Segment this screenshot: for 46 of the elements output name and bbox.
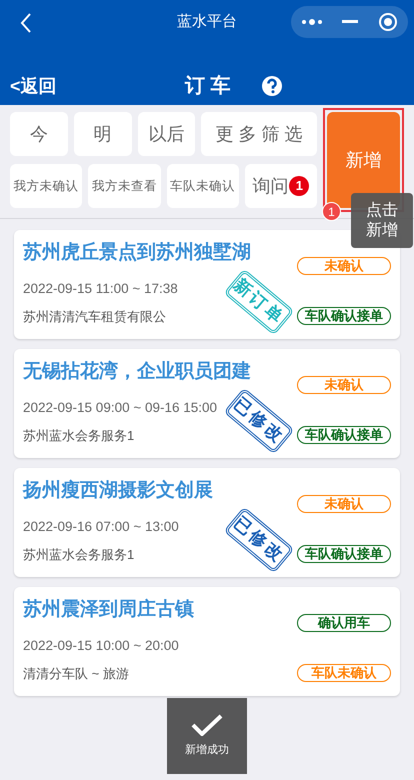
back-icon[interactable]: [20, 13, 32, 33]
more-icon[interactable]: [300, 18, 323, 26]
minimize-icon[interactable]: [342, 20, 358, 24]
status-filter-button[interactable]: 我方未查看: [88, 164, 160, 208]
page-title: 订 车: [185, 74, 231, 99]
order-card[interactable]: 已修改 无锡拈花湾，企业职员团建 2022-09-15 09:00 ~ 09-16 15:00 苏州蓝水会务服务1 未确认 车队确认接单: [14, 349, 400, 458]
status-tag: 确认用车: [297, 614, 391, 632]
stamp: 已修改: [223, 506, 295, 574]
back-link[interactable]: <返回: [10, 72, 57, 100]
status-tag: 车队确认接单: [297, 426, 391, 444]
order-time: 2022-09-15 10:00 ~ 20:00: [23, 636, 179, 654]
filter-button[interactable]: 更 多 筛 选: [201, 112, 317, 156]
count-badge: 1: [289, 176, 310, 196]
stamp: 已修改: [223, 388, 295, 454]
order-title: 苏州震泽到周庄古镇: [23, 598, 194, 622]
status-tag: 未确认: [297, 376, 391, 394]
company-name: 清清分车队 ~ 旅游: [23, 664, 129, 683]
window-title: 蓝水平台: [177, 12, 237, 32]
status-tag: 未确认: [297, 495, 391, 513]
status-tag: 车队未确认: [297, 664, 391, 682]
order-title: 扬州瘦西湖摄影文创展: [23, 478, 213, 503]
order-title: 无锡拈花湾，企业职员团建: [23, 360, 251, 384]
order-card[interactable]: 已修改 扬州瘦西湖摄影文创展 2022-09-16 07:00 ~ 13:00 苏州蓝水会务服务1 未确认 车队确认接单: [14, 468, 400, 577]
order-card[interactable]: 苏州震泽到周庄古镇 2022-09-15 10:00 ~ 20:00 清清分车队 ~ 旅游 确认用车 车队未确认: [14, 587, 400, 696]
filter-button[interactable]: 今: [10, 112, 68, 156]
order-title: 苏州虎丘景点到苏州独墅湖: [23, 240, 251, 265]
filter-button[interactable]: 明: [74, 112, 132, 156]
toast-text: 新增成功: [185, 742, 229, 758]
status-filter-button[interactable]: 车队未确认: [166, 164, 239, 208]
close-icon[interactable]: [378, 12, 398, 32]
check-icon: [191, 714, 223, 736]
help-icon[interactable]: [260, 75, 283, 97]
order-time: 2022-09-15 09:00 ~ 09-16 15:00: [23, 398, 218, 416]
status-filter-button[interactable]: 询问 1: [244, 164, 317, 208]
step-badge: 1: [322, 202, 341, 221]
company-name: 苏州清清汽车租赁有限公: [23, 308, 166, 326]
order-time: 2022-09-15 11:00 ~ 17:38: [23, 280, 178, 298]
company-name: 苏州蓝水会务服务1: [23, 546, 134, 564]
status-tag: 未确认: [297, 257, 391, 275]
order-time: 2022-09-16 07:00 ~ 13:00: [23, 518, 179, 536]
stamp: 新订单: [223, 268, 295, 336]
status-filter-button[interactable]: 我方未确认: [10, 164, 82, 208]
status-tag: 车队确认接单: [297, 545, 391, 563]
filter-button[interactable]: 以后: [138, 112, 196, 156]
status-tag: 车队确认接单: [297, 307, 391, 325]
company-name: 苏州蓝水会务服务1: [23, 426, 134, 445]
